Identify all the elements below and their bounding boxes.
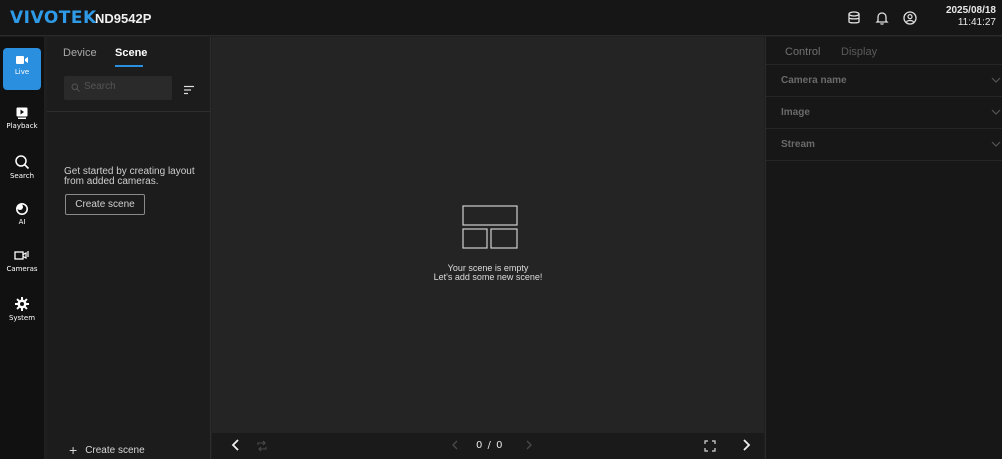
nav-item-system[interactable]: System: [3, 290, 41, 332]
storage-icon[interactable]: [846, 10, 862, 26]
empty-line-2: Let's add some new scene!: [433, 272, 543, 282]
scene-panel: Device Scene Get started by creating lay…: [47, 37, 211, 459]
bottom-bar: 0 / 0: [212, 433, 764, 459]
nav-label-playback: Playback: [6, 122, 38, 130]
ai-icon: [16, 203, 28, 215]
empty-scene-hint: Get started by creating layout from adde…: [64, 167, 204, 187]
footer-create-scene-button[interactable]: + Create scene: [69, 442, 145, 458]
create-scene-button[interactable]: Create scene: [65, 194, 145, 215]
fullscreen-icon[interactable]: [704, 439, 716, 457]
expand-right-icon[interactable]: [740, 437, 752, 458]
tab-device[interactable]: Device: [63, 47, 97, 59]
hint-line-2: from added cameras.: [64, 176, 159, 187]
search-icon: [71, 83, 80, 92]
tab-scene[interactable]: Scene: [115, 47, 147, 59]
nav-item-search[interactable]: Search: [3, 148, 41, 190]
nav-label-system: System: [8, 314, 36, 322]
panel-divider: [47, 111, 211, 112]
footer-create-scene-label: Create scene: [85, 445, 145, 456]
search-input[interactable]: [84, 81, 166, 92]
cameras-icon: [14, 251, 29, 260]
accordion-stream[interactable]: Stream: [766, 129, 1002, 161]
nav-label-search: Search: [9, 172, 35, 180]
chevron-down-icon: [991, 141, 1001, 147]
playback-icon: [16, 107, 28, 119]
clock: 2025/08/18 11:41:27: [946, 5, 996, 29]
search-icon: [15, 155, 30, 170]
active-tab-indicator: [115, 65, 143, 67]
device-model: ND9542P: [95, 11, 152, 26]
accordion-title: Image: [781, 107, 810, 118]
sort-icon[interactable]: [184, 82, 194, 100]
tab-control[interactable]: Control: [785, 46, 820, 58]
tab-display[interactable]: Display: [841, 46, 877, 58]
layout-grid-icon: [462, 205, 518, 249]
account-icon[interactable]: [902, 10, 918, 26]
brand-logo: VIVOTEK: [10, 8, 97, 28]
nav-item-live[interactable]: Live: [3, 48, 41, 90]
nav-item-cameras[interactable]: Cameras: [3, 243, 41, 285]
nav-item-playback[interactable]: Playback: [3, 100, 41, 142]
plus-icon: +: [69, 442, 78, 458]
current-time: 11:41:27: [957, 17, 996, 28]
nav-rail: Live Playback Search AI Cameras System: [0, 37, 44, 459]
nav-label-cameras: Cameras: [6, 265, 38, 273]
accordion-title: Stream: [781, 139, 815, 150]
live-view: Your scene is empty Let's add some new s…: [212, 37, 764, 433]
gear-icon: [15, 297, 29, 311]
accordion-image[interactable]: Image: [766, 97, 1002, 129]
chevron-down-icon: [991, 77, 1001, 83]
scene-search: [64, 76, 172, 100]
bell-icon[interactable]: [874, 10, 890, 26]
nav-label-ai: AI: [18, 218, 26, 226]
empty-scene-message: Your scene is empty Let's add some new s…: [388, 264, 588, 282]
nav-item-ai[interactable]: AI: [3, 196, 41, 238]
current-date: 2025/08/18: [945, 5, 996, 16]
loop-icon[interactable]: [256, 439, 268, 457]
accordion-camera-name[interactable]: Camera name: [766, 65, 1002, 97]
accordion-title: Camera name: [781, 75, 847, 86]
top-bar: VIVOTEK ND9542P 2025/08/18 11:41:27: [0, 0, 1002, 36]
next-page-icon[interactable]: [524, 437, 534, 458]
page-indicator: 0 / 0: [476, 440, 504, 451]
prev-page-icon[interactable]: [450, 437, 460, 458]
chevron-down-icon: [991, 109, 1001, 115]
nav-label-live: Live: [14, 68, 30, 76]
collapse-left-icon[interactable]: [230, 437, 242, 458]
live-camera-icon: [16, 56, 28, 64]
control-panel: Control Display Camera name Image Stream: [765, 37, 1002, 459]
